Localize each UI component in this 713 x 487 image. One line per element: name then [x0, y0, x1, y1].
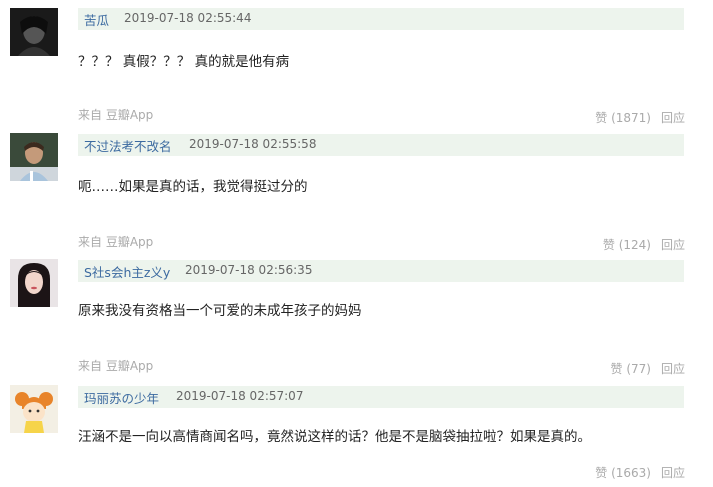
reply-button[interactable]: 回应 — [661, 238, 685, 252]
author-name-link[interactable]: 苦瓜 — [84, 10, 109, 29]
like-button[interactable]: 赞 (77) — [611, 362, 651, 376]
comment-actions: 赞 (124) 回应 — [603, 236, 685, 253]
comment-item: S社s会h主z义y 2019-07-18 02:56:35 原来我没有资格当一个… — [0, 259, 713, 373]
comment-actions: 赞 (77) 回应 — [611, 360, 685, 377]
like-button[interactable]: 赞 (1871) — [595, 111, 651, 125]
cartoon-girl-avatar-icon[interactable] — [10, 385, 58, 433]
comment-timestamp: 2019-07-18 02:56:35 — [185, 263, 313, 277]
comment-item: 苦瓜 2019-07-18 02:55:44 ？？？ 真假？？？ 真的就是他有病… — [0, 0, 713, 122]
football-player-avatar-icon[interactable] — [10, 133, 58, 181]
comment-item: 不过法考不改名 2019-07-18 02:55:58 呃……如果是真的话，我觉… — [0, 133, 713, 249]
comment-timestamp: 2019-07-18 02:55:58 — [189, 137, 317, 151]
reply-button[interactable]: 回应 — [661, 362, 685, 376]
author-name-link[interactable]: 不过法考不改名 — [84, 136, 172, 155]
author-name-link[interactable]: S社s会h主z义y — [84, 262, 170, 281]
comment-text: 原来我没有资格当一个可爱的未成年孩子的妈妈 — [78, 303, 362, 319]
comment-source: 来自 豆瓣App — [78, 359, 154, 373]
comment-meta-bar: 玛丽苏の少年 2019-07-18 02:57:07 — [78, 386, 684, 408]
comment-timestamp: 2019-07-18 02:55:44 — [124, 11, 252, 25]
like-button[interactable]: 赞 (124) — [603, 238, 651, 252]
reply-button[interactable]: 回应 — [661, 111, 685, 125]
comment-text: 汪涵不是一向以高情商闻名吗，竟然说这样的话？他是不是脑袋抽拉啦？如果是真的。 — [78, 429, 591, 445]
comment-meta-bar: 不过法考不改名 2019-07-18 02:55:58 — [78, 134, 684, 156]
reply-button[interactable]: 回应 — [661, 466, 685, 480]
comment-actions: 赞 (1871) 回应 — [595, 109, 685, 126]
dark-portrait-avatar-icon[interactable] — [10, 8, 58, 56]
comment-text: ？？？ 真假？？？ 真的就是他有病 — [78, 54, 290, 70]
like-button[interactable]: 赞 (1663) — [595, 466, 651, 480]
comment-source: 来自 豆瓣App — [78, 108, 154, 122]
woman-portrait-avatar-icon[interactable] — [10, 259, 58, 307]
comment-meta-bar: 苦瓜 2019-07-18 02:55:44 — [78, 8, 684, 30]
comment-timestamp: 2019-07-18 02:57:07 — [176, 389, 304, 403]
comment-source: 来自 豆瓣App — [78, 235, 154, 249]
comment-meta-bar: S社s会h主z义y 2019-07-18 02:56:35 — [78, 260, 684, 282]
comment-actions: 赞 (1663) 回应 — [595, 464, 685, 481]
author-name-link[interactable]: 玛丽苏の少年 — [84, 388, 159, 407]
comment-text: 呃……如果是真的话，我觉得挺过分的 — [78, 179, 308, 195]
